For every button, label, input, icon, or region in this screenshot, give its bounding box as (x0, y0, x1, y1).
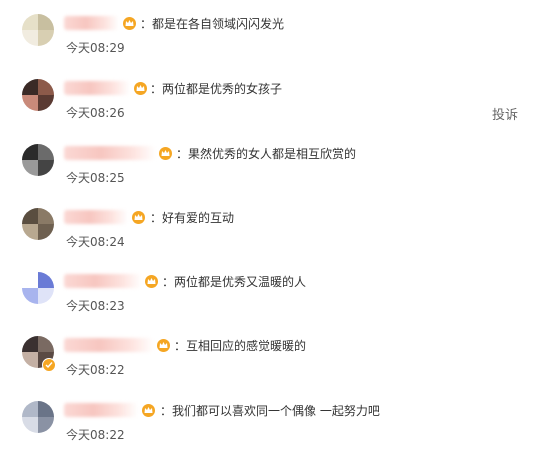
comment-time: 今天08:25 (66, 171, 125, 185)
avatar[interactable] (22, 79, 54, 111)
avatar[interactable] (22, 144, 54, 176)
crown-icon (143, 273, 160, 289)
comment-item: ：好有爱的互动 今天08:24 (0, 208, 534, 270)
crown-icon (140, 402, 157, 418)
comment-time: 今天08:23 (66, 299, 125, 313)
comment-item: ：两位都是优秀的女孩子 今天08:26 (0, 79, 534, 141)
comment-text: ：果然优秀的女人都是相互欣赏的 (176, 147, 357, 161)
comment-item: ：都是在各自领域闪闪发光 今天08:29 (0, 14, 534, 76)
report-button[interactable]: 投诉 (492, 104, 518, 123)
username-blurred[interactable] (64, 274, 142, 288)
comment-text: ：都是在各自领域闪闪发光 (140, 17, 285, 31)
username-blurred[interactable] (64, 146, 156, 160)
username-blurred[interactable] (64, 210, 128, 224)
username-blurred[interactable] (64, 81, 130, 95)
comment-item: ：两位都是优秀又温暖的人 今天08:23 (0, 272, 534, 334)
username-blurred[interactable] (64, 16, 119, 30)
comment-time: 今天08:26 (66, 106, 125, 120)
comment-item: ：互相回应的感觉暖暖的 今天08:22 (0, 336, 534, 398)
crown-icon (121, 15, 138, 31)
comment-text: ：互相回应的感觉暖暖的 (174, 339, 307, 353)
comment-item: ：果然优秀的女人都是相互欣赏的 今天08:25 (0, 144, 534, 206)
crown-icon (155, 337, 172, 353)
comment-text: ：我们都可以喜欢同一个偶像 一起努力吧 (160, 404, 380, 418)
avatar[interactable] (22, 208, 54, 240)
comment-time: 今天08:29 (66, 41, 125, 55)
avatar[interactable] (22, 401, 54, 433)
crown-icon (157, 145, 174, 161)
avatar[interactable] (22, 14, 54, 46)
comment-item: ：我们都可以喜欢同一个偶像 一起努力吧 今天08:22 (0, 401, 534, 463)
avatar[interactable] (22, 272, 54, 304)
crown-icon (130, 209, 147, 225)
username-blurred[interactable] (64, 403, 138, 417)
comment-time: 今天08:24 (66, 235, 125, 249)
comment-text: ：两位都是优秀的女孩子 (150, 82, 283, 96)
comment-text: ：好有爱的互动 (150, 211, 235, 225)
comment-text: ：两位都是优秀又温暖的人 (162, 275, 307, 289)
comment-time: 今天08:22 (66, 363, 125, 377)
crown-icon (132, 80, 149, 96)
verified-badge-icon (42, 358, 56, 372)
username-blurred[interactable] (64, 338, 154, 352)
